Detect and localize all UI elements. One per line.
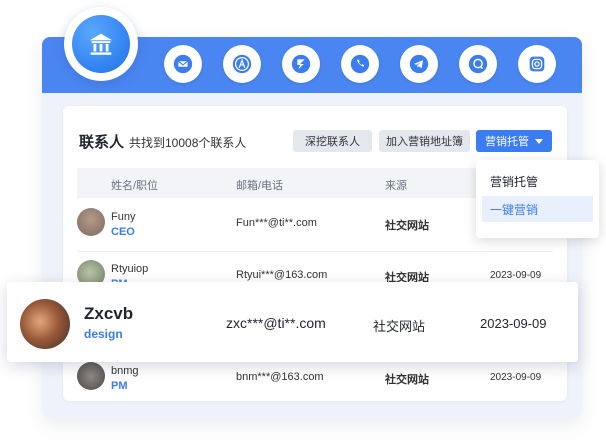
contact-role: PM xyxy=(111,380,128,392)
bank-building-icon xyxy=(72,15,130,73)
mail-icon[interactable] xyxy=(164,45,202,83)
page-title: 联系人 xyxy=(79,134,125,151)
contact-email: zxc***@ti**.com xyxy=(226,315,326,331)
contact-role: CEO xyxy=(111,226,135,238)
phone-icon[interactable] xyxy=(341,45,379,83)
caret-down-icon xyxy=(535,138,543,144)
contact-source: 社交网站 xyxy=(373,319,426,334)
column-header-source: 来源 xyxy=(385,180,407,192)
instagram-icon[interactable] xyxy=(518,45,556,83)
contact-name: bnmg xyxy=(111,365,139,377)
result-count: 共找到10008个联系人 xyxy=(129,136,247,150)
contact-source: 社交网站 xyxy=(385,220,429,232)
deep-contact-button[interactable]: 深挖联系人 xyxy=(293,130,372,152)
marketing-dropdown-button[interactable]: 营销托管 xyxy=(476,130,552,152)
menu-item-marketing-hosting[interactable]: 营销托管 xyxy=(482,168,593,194)
contact-name: Funy xyxy=(111,211,136,223)
avatar xyxy=(20,299,70,349)
contact-source: 社交网站 xyxy=(385,374,429,386)
contact-name: Rtyuiop xyxy=(111,263,149,275)
contact-date: 2023-09-09 xyxy=(490,270,542,281)
avatar xyxy=(77,362,105,390)
highlighted-contact-row[interactable]: Zxcvb design zxc***@ti**.com 社交网站 2023-0… xyxy=(7,282,578,362)
app-store-icon[interactable] xyxy=(223,45,261,83)
contact-email: Rtyui***@163.com xyxy=(236,269,328,281)
contact-email: bnm***@163.com xyxy=(236,371,324,383)
column-header-name: 姓名/职位 xyxy=(111,180,159,192)
contact-date: 2023-09-09 xyxy=(490,372,542,383)
contact-name: Zxcvb xyxy=(84,304,134,323)
telegram-bolt-icon[interactable] xyxy=(282,45,320,83)
menu-item-one-click-marketing[interactable]: 一键营销 xyxy=(482,196,593,222)
chat-bubble-icon[interactable] xyxy=(459,45,497,83)
telegram-plane-icon[interactable] xyxy=(400,45,438,83)
avatar xyxy=(77,208,105,236)
logo xyxy=(64,7,138,81)
marketing-dropdown-menu: 营销托管 一键营销 xyxy=(476,160,599,238)
marketing-label: 营销托管 xyxy=(485,136,529,148)
contact-date: 2023-09-09 xyxy=(480,316,547,331)
contact-role: design xyxy=(84,327,123,341)
add-to-list-button[interactable]: 加入营销地址簿 xyxy=(379,130,470,152)
add-to-list-label: 加入营销地址簿 xyxy=(386,136,463,148)
deep-contact-label: 深挖联系人 xyxy=(305,136,360,148)
column-header-email: 邮箱/电话 xyxy=(236,180,284,192)
contact-email: Fun***@ti**.com xyxy=(236,217,317,229)
